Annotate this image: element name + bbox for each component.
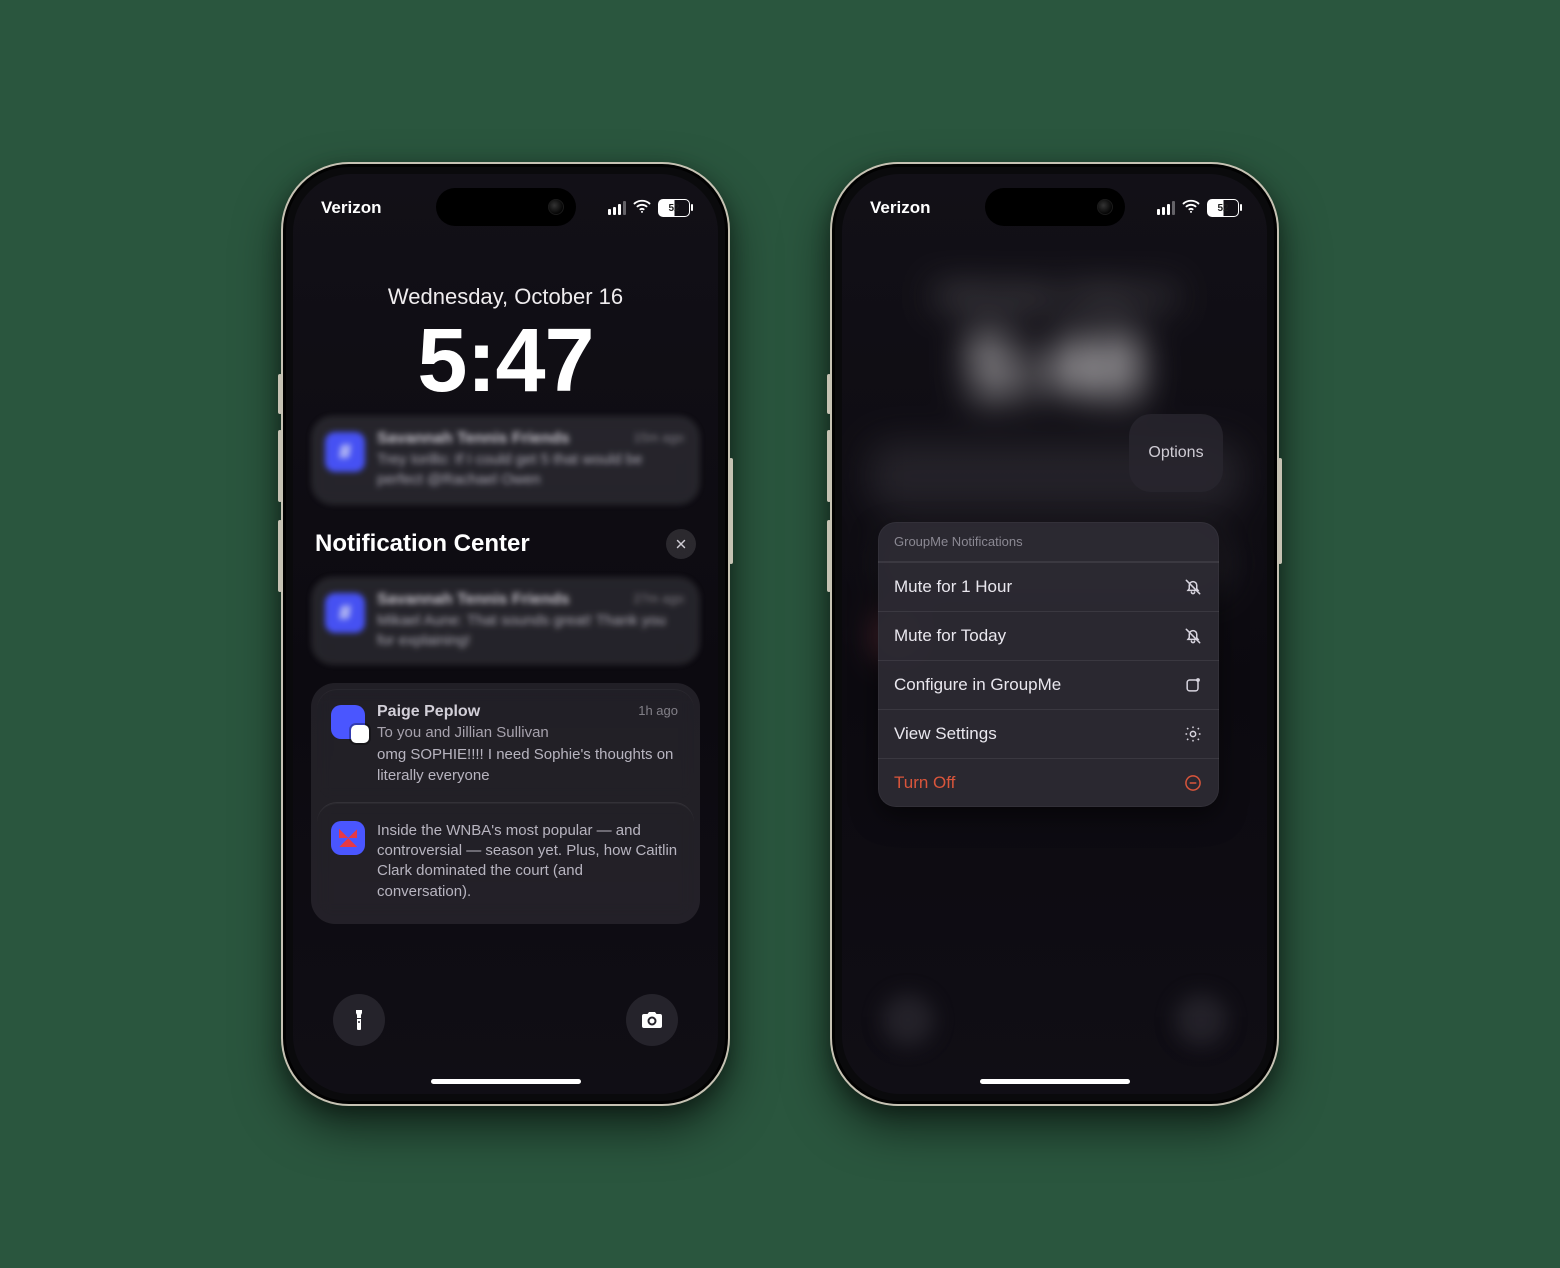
phone-volume-down <box>827 520 831 592</box>
sheet-header: GroupMe Notifications <box>878 522 1219 562</box>
view-settings-option[interactable]: View Settings <box>878 709 1219 758</box>
lock-date: Wednesday, October 16 <box>293 284 718 310</box>
options-label: Options <box>1148 444 1203 462</box>
option-label: View Settings <box>894 724 997 744</box>
options-button[interactable]: Options <box>1129 414 1223 492</box>
contact-avatar-icon <box>331 705 365 739</box>
groupme-app-icon <box>325 432 365 472</box>
notification-center-title: Notification Center <box>315 530 530 558</box>
home-indicator[interactable] <box>980 1079 1130 1084</box>
phone-volume-up <box>278 430 282 502</box>
mute-1-hour-option[interactable]: Mute for 1 Hour <box>878 562 1219 611</box>
phone-right: Verizon 52 Wednesday, October 16 5:48 <box>830 162 1279 1106</box>
phone-left: Verizon 52 Wednesday, October 16 5:47 <box>281 162 730 1106</box>
cellular-signal-icon <box>1157 201 1175 215</box>
battery-label: 52 <box>668 203 679 214</box>
battery-icon: 52 <box>1207 199 1239 217</box>
notification-card[interactable]: Inside the WNBA's most popular — and con… <box>317 802 694 916</box>
camera-button[interactable] <box>626 994 678 1046</box>
battery-icon: 52 <box>658 199 690 217</box>
notification-options-sheet: GroupMe Notifications Mute for 1 Hour Mu… <box>878 522 1219 807</box>
apple-news-app-icon <box>331 821 365 855</box>
option-label: Turn Off <box>894 773 955 793</box>
phone-volume-up <box>827 430 831 502</box>
lock-time: 5:48 <box>842 316 1267 419</box>
notification-time: 1h ago <box>638 703 678 721</box>
home-indicator[interactable] <box>431 1079 581 1084</box>
notification-subtitle: To you and Jillian Sullivan <box>377 723 678 743</box>
option-label: Configure in GroupMe <box>894 675 1061 695</box>
notification-body: omg SOPHIE!!!! I need Sophie's thoughts … <box>377 745 678 786</box>
notification-card[interactable]: Savannah Tennis Friends 15m ago Trey Ior… <box>311 416 700 505</box>
notification-card[interactable]: Savannah Tennis Friends 27m ago Mikael A… <box>311 577 700 666</box>
minus-circle-icon <box>1183 773 1203 793</box>
lock-time: 5:47 <box>293 316 718 406</box>
notification-title: Savannah Tennis Friends <box>377 430 570 448</box>
carrier-label: Verizon <box>321 198 381 218</box>
notification-body: Mikael Aune: That sounds great! Thank yo… <box>377 611 684 652</box>
cellular-signal-icon <box>608 201 626 215</box>
option-label: Mute for Today <box>894 626 1006 646</box>
phone-mute-switch <box>827 374 831 414</box>
battery-label: 52 <box>1217 203 1228 214</box>
close-button[interactable] <box>666 529 696 559</box>
notification-body: Trey Iorillo: If I could get 5 that woul… <box>377 450 684 491</box>
notification-stack[interactable]: Paige Peplow 1h ago To you and Jillian S… <box>311 683 700 924</box>
phone-volume-down <box>278 520 282 592</box>
flashlight-button[interactable] <box>333 994 385 1046</box>
status-bar: Verizon 52 <box>293 192 718 224</box>
open-app-icon <box>1183 675 1203 695</box>
phone-side-button <box>729 458 733 564</box>
gear-icon <box>1183 724 1203 744</box>
lock-screen-options: Verizon 52 Wednesday, October 16 5:48 <box>842 174 1267 1094</box>
bell-slash-icon <box>1183 626 1203 646</box>
phone-mute-switch <box>278 374 282 414</box>
wifi-icon <box>632 196 652 221</box>
camera-button[interactable] <box>1175 994 1227 1046</box>
notification-time: 27m ago <box>633 591 684 609</box>
carrier-label: Verizon <box>870 198 930 218</box>
flashlight-button[interactable] <box>882 994 934 1046</box>
notification-title: Savannah Tennis Friends <box>377 591 570 609</box>
notification-card[interactable]: Paige Peplow 1h ago To you and Jillian S… <box>317 689 694 800</box>
configure-in-app-option[interactable]: Configure in GroupMe <box>878 660 1219 709</box>
wifi-icon <box>1181 196 1201 221</box>
turn-off-option[interactable]: Turn Off <box>878 758 1219 807</box>
notification-center-header: Notification Center <box>315 529 696 559</box>
phone-side-button <box>1278 458 1282 564</box>
lock-date: Wednesday, October 16 <box>842 284 1267 310</box>
notification-title: Paige Peplow <box>377 703 480 721</box>
status-bar: Verizon 52 <box>842 192 1267 224</box>
groupme-app-icon <box>325 593 365 633</box>
notification-body: Inside the WNBA's most popular — and con… <box>377 821 678 902</box>
bell-slash-icon <box>1183 577 1203 597</box>
lock-screen: Verizon 52 Wednesday, October 16 5:47 <box>293 174 718 1094</box>
mute-today-option[interactable]: Mute for Today <box>878 611 1219 660</box>
option-label: Mute for 1 Hour <box>894 577 1012 597</box>
notification-time: 15m ago <box>633 430 684 448</box>
